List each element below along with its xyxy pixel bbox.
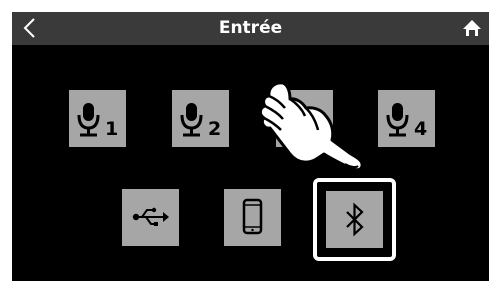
mic-input-2-button[interactable]: 2 <box>172 90 229 147</box>
home-icon <box>463 20 481 36</box>
home-button[interactable] <box>462 18 482 38</box>
bluetooth-input-button[interactable] <box>326 191 383 248</box>
usb-input-button[interactable] <box>122 189 179 246</box>
device-screen: Entrée 1 2 4 <box>12 12 489 281</box>
mic-input-4-button[interactable]: 4 <box>378 90 435 147</box>
bluetooth-icon <box>346 202 364 237</box>
page-title: Entrée <box>218 18 283 38</box>
hand-pointer-icon <box>258 81 364 172</box>
header-bar: Entrée <box>12 12 489 45</box>
usb-icon <box>132 207 169 226</box>
mic-input-1-label: 1 <box>105 118 119 140</box>
mic-input-4-label: 4 <box>414 118 428 140</box>
mic-input-1-button[interactable]: 1 <box>69 90 126 147</box>
mic-input-2-label: 2 <box>208 118 222 140</box>
